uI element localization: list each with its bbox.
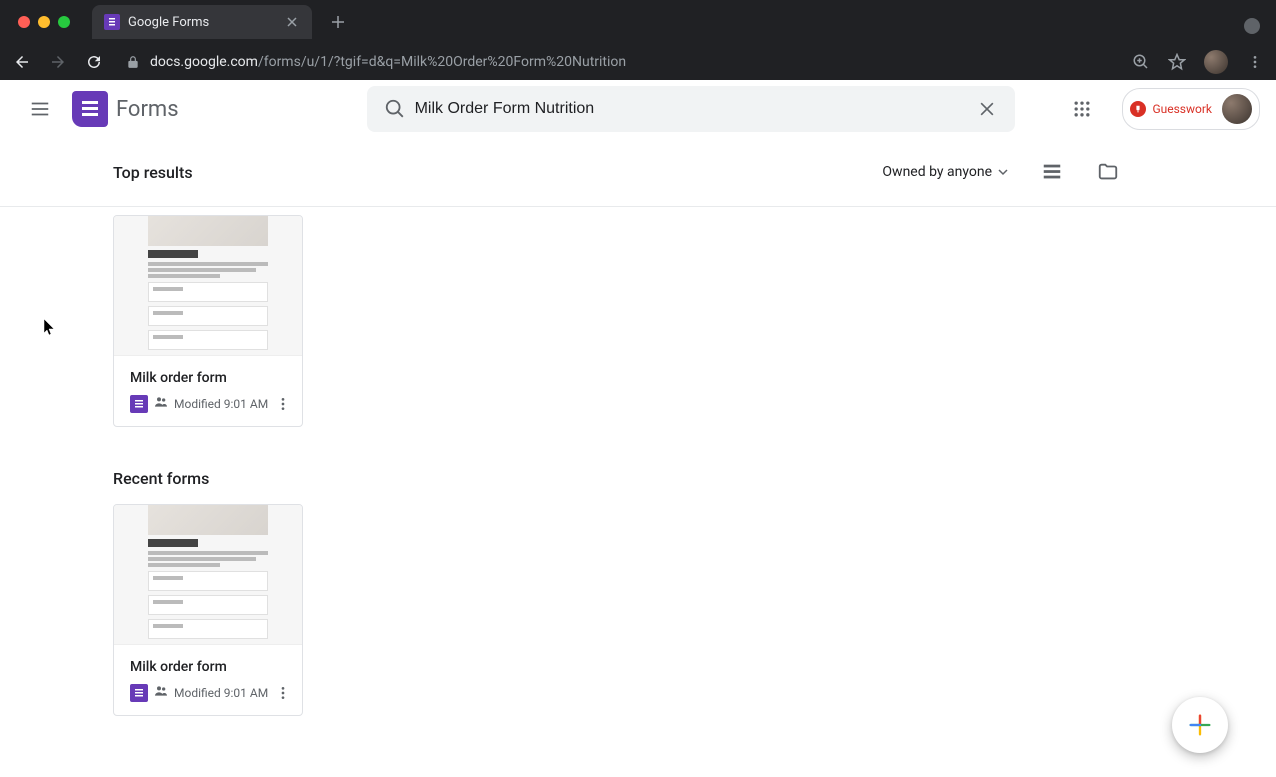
top-results-heading: Top results: [113, 163, 193, 182]
close-window[interactable]: [18, 16, 30, 28]
card-more-button[interactable]: [273, 683, 293, 703]
lock-icon: [126, 55, 140, 69]
account-avatar[interactable]: [1222, 94, 1252, 124]
browser-profile-avatar[interactable]: [1204, 50, 1228, 74]
form-card-title: Milk order form: [130, 370, 286, 386]
ownership-filter-label: Owned by anyone: [882, 164, 992, 180]
back-button[interactable]: [12, 52, 32, 72]
new-tab-button[interactable]: [324, 8, 352, 36]
forms-file-icon: [130, 395, 148, 413]
list-view-button[interactable]: [1032, 152, 1072, 192]
app-name: Forms: [116, 97, 179, 122]
ownership-filter[interactable]: Owned by anyone: [874, 156, 1016, 188]
tab-close-icon[interactable]: [284, 14, 300, 30]
forms-favicon: [104, 14, 120, 30]
maximize-window[interactable]: [58, 16, 70, 28]
browser-profile-corner-icon[interactable]: [1244, 18, 1260, 34]
tab-title: Google Forms: [128, 15, 276, 30]
window-controls[interactable]: [8, 16, 80, 28]
forward-button[interactable]: [48, 52, 68, 72]
form-thumbnail: [114, 216, 302, 356]
search-input[interactable]: [415, 100, 967, 118]
plus-icon: [1186, 711, 1214, 739]
shared-icon: [153, 394, 169, 414]
forms-file-icon: [130, 684, 148, 702]
browser-menu-icon[interactable]: [1246, 53, 1264, 71]
card-more-button[interactable]: [273, 394, 293, 414]
create-new-form-button[interactable]: [1172, 697, 1228, 753]
bookmark-icon[interactable]: [1168, 53, 1186, 71]
folder-view-button[interactable]: [1088, 152, 1128, 192]
form-card[interactable]: Milk order form Modified 9:01 AM: [113, 504, 303, 716]
forms-logo-icon: [72, 91, 108, 127]
extension-badge-icon: [1130, 101, 1146, 117]
main-menu-button[interactable]: [16, 85, 64, 133]
minimize-window[interactable]: [38, 16, 50, 28]
url-host: docs.google.com: [150, 54, 258, 70]
clear-search-button[interactable]: [967, 89, 1007, 129]
google-apps-button[interactable]: [1062, 89, 1102, 129]
reload-button[interactable]: [84, 52, 104, 72]
form-card[interactable]: Milk order form Modified 9:01 AM: [113, 215, 303, 427]
browser-tab[interactable]: Google Forms: [92, 5, 312, 39]
form-card-modified: Modified 9:01 AM: [174, 686, 268, 700]
extension-pill[interactable]: Guesswork: [1122, 88, 1260, 130]
search-icon[interactable]: [375, 89, 415, 129]
zoom-icon[interactable]: [1132, 53, 1150, 71]
form-card-title: Milk order form: [130, 659, 286, 675]
shared-icon: [153, 683, 169, 703]
app-logo[interactable]: Forms: [72, 91, 179, 127]
url-path: /forms/u/1/?tgif=d&q=Milk%20Order%20Form…: [258, 54, 626, 70]
extension-label: Guesswork: [1152, 102, 1212, 116]
address-bar[interactable]: docs.google.com/forms/u/1/?tgif=d&q=Milk…: [120, 54, 1116, 70]
recent-forms-heading: Recent forms: [113, 469, 1163, 488]
chevron-down-icon: [998, 167, 1008, 177]
form-card-modified: Modified 9:01 AM: [174, 397, 268, 411]
form-thumbnail: [114, 505, 302, 645]
